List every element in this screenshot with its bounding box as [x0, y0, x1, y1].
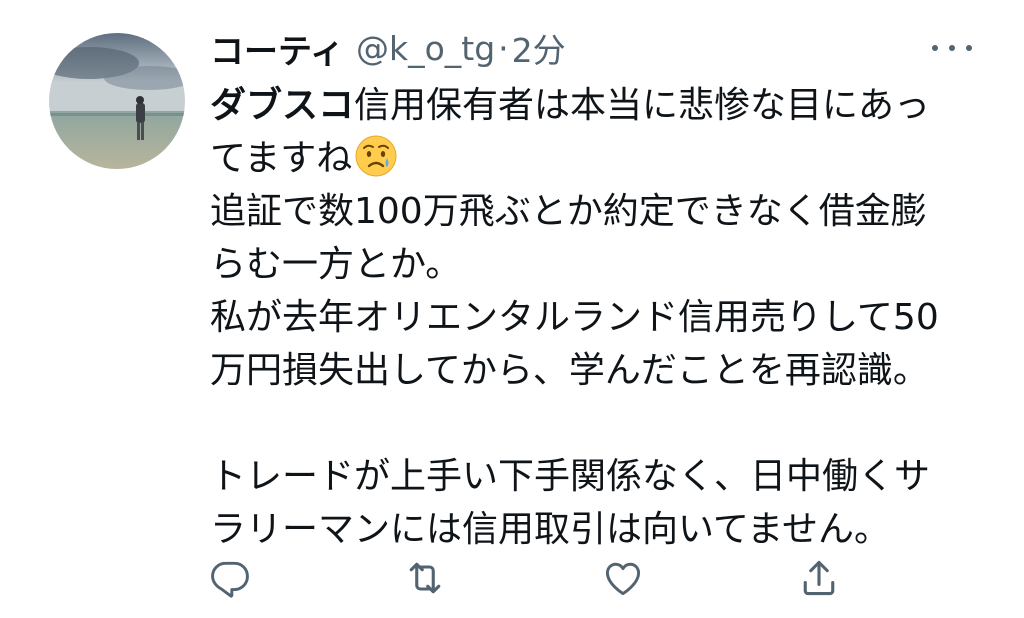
like-button[interactable] [601, 556, 645, 600]
author-display-name[interactable]: コーティ [210, 24, 344, 73]
bold-term: ダブスコ [210, 85, 355, 126]
tweet-line-text: てますね [210, 138, 353, 179]
tweet-line: ダブスコ信用保有者は本当に悲惨な目にあっ [210, 79, 1000, 132]
more-dot [949, 45, 955, 51]
reply-button[interactable] [208, 556, 252, 600]
more-options-icon[interactable] [932, 33, 972, 63]
author-handle[interactable]: @k_o_tg [356, 29, 495, 68]
retweet-button[interactable] [403, 556, 447, 600]
tweet-line: ラリーマンには信用取引は向いてません。 [210, 509, 891, 550]
tweet-line: 私が去年オリエンタルランド信用売りして50 [210, 297, 939, 338]
share-icon [803, 560, 835, 596]
tweet-line: てますね [210, 132, 1000, 185]
tweet-line-text: 信用保有者は本当に悲惨な目にあっ [354, 85, 931, 126]
like-icon [605, 562, 641, 596]
tweet-line: らむ一方とか。 [210, 244, 462, 285]
tweet-line: トレードが上手い下手関係なく、日中働くサ [210, 456, 931, 497]
tweet-line: 万円損失出してから、学んだことを再認識。 [210, 350, 929, 391]
avatar[interactable] [49, 33, 185, 169]
tweet-actions [0, 556, 1024, 600]
tweet-line: 追証で数100万飛ぶとか約定できなく借金膨 [210, 191, 927, 232]
more-dot [966, 45, 972, 51]
separator-dot: · [498, 28, 509, 68]
tweet-header: コーティ @k_o_tg · 2分 [210, 22, 990, 74]
share-button[interactable] [797, 556, 841, 600]
avatar-image [49, 33, 185, 169]
reply-icon [211, 561, 249, 598]
tweet-timestamp[interactable]: 2分 [512, 24, 566, 72]
sad-but-relieved-face-icon [354, 134, 398, 178]
tweet-text: ダブスコ信用保有者は本当に悲惨な目にあっ てますね 追証で数100万飛ぶとか約定… [210, 79, 1000, 556]
retweet-icon [409, 562, 441, 594]
more-dot [932, 45, 938, 51]
